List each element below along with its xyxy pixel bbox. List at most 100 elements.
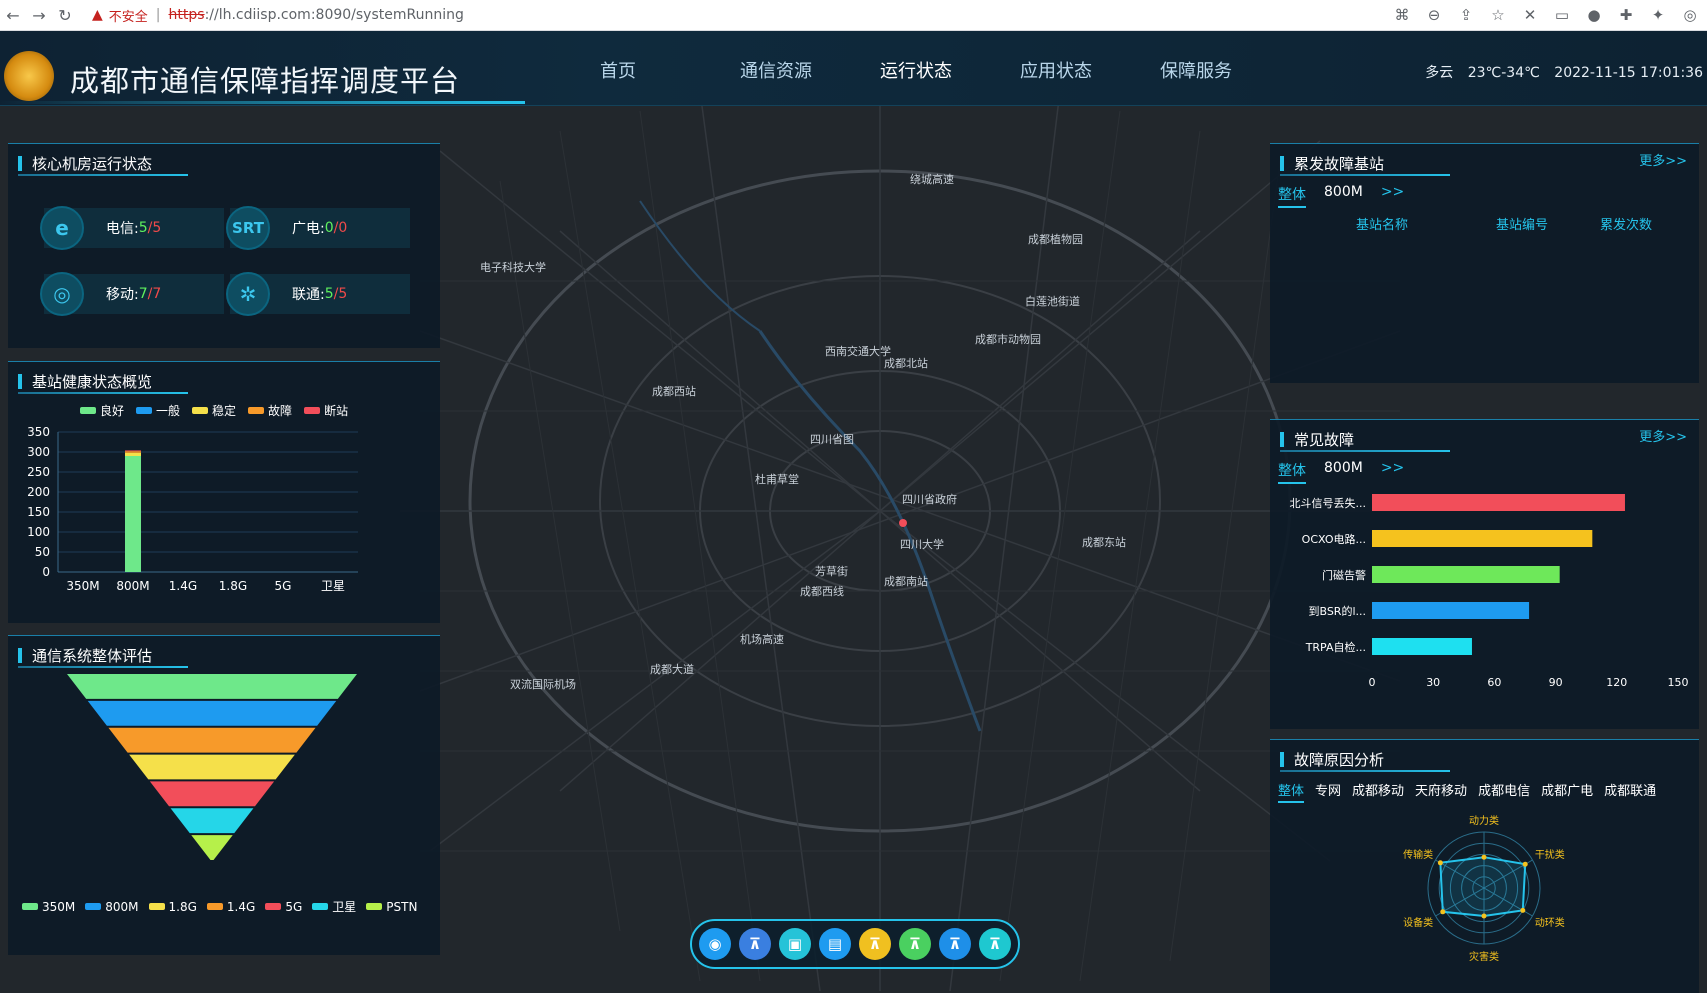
x-tick-label: 卫星 — [321, 579, 345, 593]
security-warning[interactable]: 不安全 — [109, 6, 148, 25]
core-room-title-text: 核心机房运行状态 — [32, 154, 153, 173]
reload-icon[interactable]: ↻ — [52, 6, 78, 25]
warning-icon[interactable]: ▲ — [92, 7, 103, 23]
funnel-layer[interactable] — [108, 727, 316, 753]
url-scheme: https — [168, 7, 205, 23]
legend-item[interactable]: 一般 — [136, 402, 180, 419]
nav-resources[interactable]: 通信资源 — [740, 57, 880, 83]
nav-running-status[interactable]: 运行状态 — [880, 57, 1020, 83]
address-bar[interactable]: https://lh.cdiisp.com:8090/systemRunning — [169, 7, 464, 23]
col-station-name[interactable]: 基站名称 — [1356, 214, 1408, 233]
book-icon[interactable]: ▤ — [819, 928, 851, 960]
map-label: 白莲池街道 — [1025, 295, 1080, 308]
tower-green-icon[interactable]: ⊼ — [899, 928, 931, 960]
status-card-unicom[interactable]: ✲ 联通: 5/5 — [226, 272, 410, 316]
nav-app-status[interactable]: 应用状态 — [1020, 57, 1160, 83]
radar-point[interactable] — [1481, 913, 1487, 919]
cause-tab[interactable]: 整体 — [1278, 780, 1305, 803]
bar-segment[interactable] — [125, 451, 141, 453]
y-tick-label: 150 — [27, 505, 50, 519]
nav-home[interactable]: 首页 — [600, 57, 740, 83]
funnel-layer[interactable] — [191, 835, 233, 860]
tab-overall[interactable]: 整体 — [1278, 184, 1306, 208]
tower-blue-icon[interactable]: ⊼ — [939, 928, 971, 960]
extension-plus-icon[interactable]: ✚ — [1617, 6, 1635, 24]
legend-item[interactable]: 断站 — [304, 402, 348, 419]
gear-target-icon[interactable]: ◉ — [699, 928, 731, 960]
fault-bar[interactable] — [1372, 566, 1560, 583]
mobile-icon: ◎ — [40, 272, 84, 316]
legend-swatch — [312, 903, 329, 910]
status-card-telecom[interactable]: e 电信: 5/5 — [40, 206, 224, 250]
cause-tab[interactable]: 成都联通 — [1604, 780, 1656, 803]
tab-overall[interactable]: 整体 — [1278, 460, 1306, 484]
legend-swatch — [148, 903, 165, 910]
funnel-layer[interactable] — [149, 781, 275, 807]
extension-puzzle-icon[interactable]: ✦ — [1649, 6, 1667, 24]
funnel-layer[interactable] — [170, 808, 254, 834]
cause-tab[interactable]: 成都电信 — [1478, 780, 1530, 803]
tab-next-arrow[interactable]: >> — [1381, 184, 1404, 208]
legend-item[interactable]: 1.4G — [206, 898, 255, 915]
bar-segment[interactable] — [125, 452, 141, 456]
legend-item[interactable]: PSTN — [366, 898, 417, 915]
nav-support-service[interactable]: 保障服务 — [1160, 57, 1300, 83]
fault-bar[interactable] — [1372, 638, 1472, 655]
legend-item[interactable]: 5G — [265, 898, 302, 915]
legend-item[interactable]: 350M — [22, 898, 75, 915]
cause-tab[interactable]: 成都移动 — [1352, 780, 1404, 803]
status-card-mobile[interactable]: ◎ 移动: 7/7 — [40, 272, 224, 316]
fault-bar[interactable] — [1372, 494, 1625, 511]
status-card-broadcast[interactable]: SRT 广电: 0/0 — [226, 206, 410, 250]
tower-icon[interactable]: ⊼ — [739, 928, 771, 960]
cause-tab[interactable]: 成都广电 — [1541, 780, 1593, 803]
forward-icon[interactable]: → — [26, 6, 52, 25]
legend-item[interactable]: 卫星 — [312, 898, 356, 915]
common-fault-more-link[interactable]: 更多>> — [1639, 426, 1687, 445]
funnel-layer[interactable] — [129, 754, 295, 780]
monitor-icon[interactable]: ▣ — [779, 928, 811, 960]
radar-series[interactable] — [1439, 856, 1527, 918]
extension-chat-icon[interactable]: ● — [1585, 6, 1603, 24]
funnel-layer[interactable] — [67, 674, 357, 699]
x-tick-label: 60 — [1487, 676, 1501, 688]
legend-item[interactable]: 良好 — [80, 402, 124, 419]
star-icon[interactable]: ☆ — [1489, 6, 1507, 24]
extension-x-icon[interactable]: ✕ — [1521, 6, 1539, 24]
back-icon[interactable]: ← — [0, 6, 26, 25]
tower-yellow-icon[interactable]: ⊼ — [859, 928, 891, 960]
share-icon[interactable]: ⇪ — [1457, 6, 1475, 24]
status-label: 联通: — [292, 287, 325, 303]
radar-point[interactable] — [1440, 909, 1446, 915]
map-label: 四川大学 — [900, 538, 944, 551]
map-label: 成都市动物园 — [975, 333, 1041, 346]
legend-item[interactable]: 故障 — [248, 402, 292, 419]
radar-point[interactable] — [1437, 860, 1443, 866]
tab-800m[interactable]: 800M — [1324, 460, 1363, 484]
zoom-icon[interactable]: ⊖ — [1425, 6, 1443, 24]
tab-800m[interactable]: 800M — [1324, 184, 1363, 208]
funnel-layer[interactable] — [87, 700, 337, 726]
url-separator: | — [155, 7, 161, 23]
tower-teal-icon[interactable]: ⊼ — [979, 928, 1011, 960]
tab-next-arrow[interactable]: >> — [1381, 460, 1404, 484]
col-burst-count[interactable]: 累发次数 — [1600, 214, 1652, 233]
radar-point[interactable] — [1520, 907, 1526, 913]
translate-icon[interactable]: ⌘ — [1393, 6, 1411, 24]
radar-point[interactable] — [1522, 861, 1528, 867]
fault-bar[interactable] — [1372, 530, 1593, 547]
cause-tab[interactable]: 专网 — [1315, 780, 1341, 803]
cause-tab[interactable]: 天府移动 — [1415, 780, 1467, 803]
radar-point[interactable] — [1481, 854, 1487, 860]
legend-item[interactable]: 稳定 — [192, 402, 236, 419]
burst-fault-more-link[interactable]: 更多>> — [1639, 150, 1687, 169]
fault-bar[interactable] — [1372, 602, 1530, 619]
bar-segment[interactable] — [125, 456, 141, 572]
legend-item[interactable]: 800M — [85, 898, 139, 915]
extension-screen-icon[interactable]: ▭ — [1553, 6, 1571, 24]
col-station-id[interactable]: 基站编号 — [1496, 214, 1548, 233]
bar-segment[interactable] — [125, 450, 141, 452]
profile-icon[interactable]: ◎ — [1681, 6, 1699, 24]
x-tick-label: 1.4G — [169, 579, 197, 593]
legend-item[interactable]: 1.8G — [148, 898, 197, 915]
